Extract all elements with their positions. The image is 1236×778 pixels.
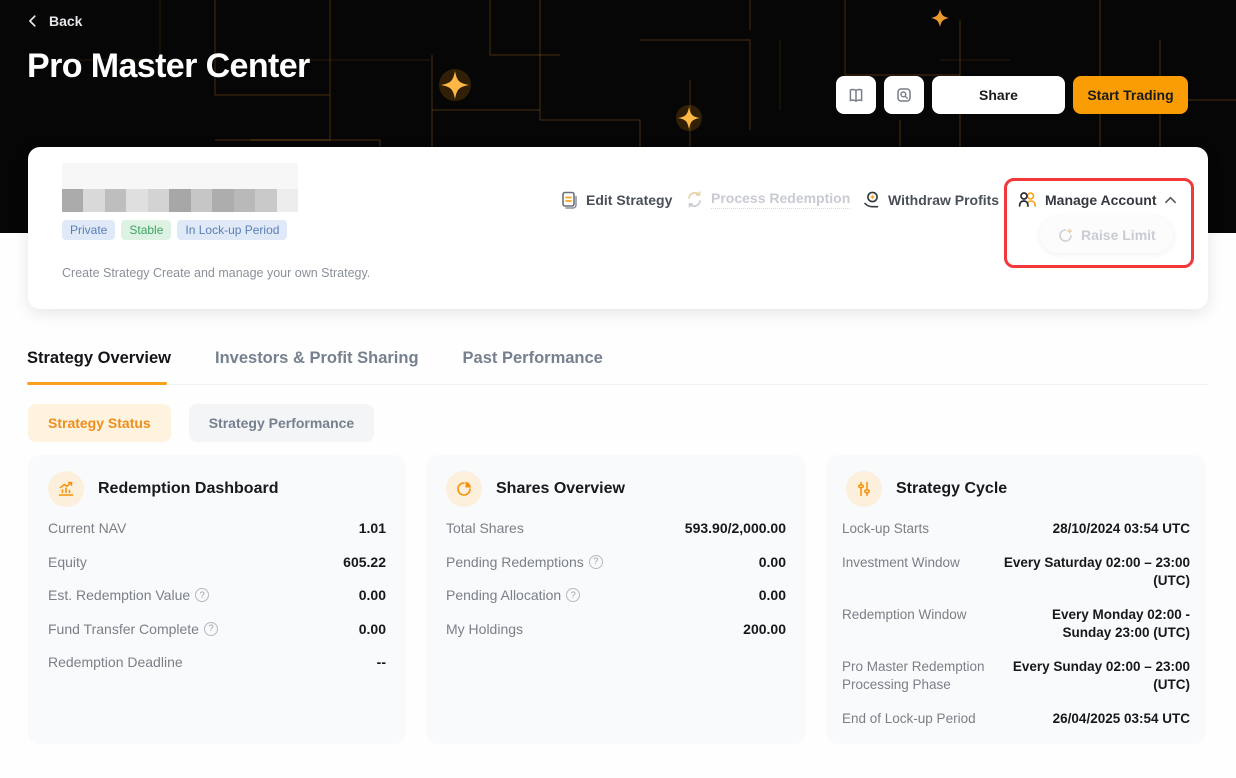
chevron-up-icon [1164,195,1177,205]
row-pro-master-redemption-phase: Pro Master Redemption Processing Phase E… [842,658,1190,694]
subtab-strategy-status[interactable]: Strategy Status [28,404,171,442]
process-redemption-label: Process Redemption [711,190,850,209]
row-equity: Equity 605.22 [48,554,386,570]
sub-tabs: Strategy Status Strategy Performance [28,404,374,442]
withdraw-profits-icon [862,190,881,209]
row-fund-transfer-complete: Fund Transfer Complete? 0.00 [48,621,386,637]
strategy-cycle-card: Strategy Cycle Lock-up Starts 28/10/2024… [826,455,1206,744]
row-pending-allocation: Pending Allocation? 0.00 [446,587,786,603]
info-icon[interactable]: ? [204,622,218,636]
start-trading-button[interactable]: Start Trading [1073,76,1188,114]
strategy-description: Create Strategy Create and manage your o… [62,266,370,280]
strategy-cycle-rows: Lock-up Starts 28/10/2024 03:54 UTC Inve… [842,520,1190,728]
info-icon[interactable]: ? [589,555,603,569]
info-icon[interactable]: ? [566,588,580,602]
subtab-strategy-performance[interactable]: Strategy Performance [189,404,375,442]
tab-past-performance[interactable]: Past Performance [463,349,603,385]
process-redemption-icon [685,190,704,209]
row-total-shares: Total Shares 593.90/2,000.00 [446,520,786,536]
redemption-dashboard-card: Redemption Dashboard Current NAV 1.01 Eq… [28,455,406,744]
withdraw-profits-label: Withdraw Profits [888,192,999,208]
redemption-dashboard-rows: Current NAV 1.01 Equity 605.22 Est. Rede… [48,520,386,670]
edit-strategy-label: Edit Strategy [586,192,672,208]
row-current-nav: Current NAV 1.01 [48,520,386,536]
redemption-dashboard-icon [48,471,84,507]
shares-overview-title: Shares Overview [496,480,625,498]
strategy-badges: Private Stable In Lock-up Period [62,220,287,240]
badge-private: Private [62,220,115,240]
shares-overview-rows: Total Shares 593.90/2,000.00 Pending Red… [446,520,786,637]
back-chevron-icon [26,14,40,28]
shares-overview-header: Shares Overview [446,471,625,507]
badge-lockup: In Lock-up Period [177,220,287,240]
row-redemption-window: Redemption Window Every Monday 02:00 - S… [842,606,1190,642]
row-my-holdings: My Holdings 200.00 [446,621,786,637]
preview-search-button[interactable] [884,76,924,114]
manage-account-icon [1017,190,1038,209]
redacted-strategy-name [62,189,298,212]
book-icon [847,86,865,104]
shares-overview-icon [446,471,482,507]
edit-strategy-button[interactable]: Edit Strategy [560,190,672,209]
page-title: Pro Master Center [27,47,310,86]
main-tabs: Strategy Overview Investors & Profit Sha… [27,349,603,385]
row-lockup-starts: Lock-up Starts 28/10/2024 03:54 UTC [842,520,1190,538]
process-redemption-button[interactable]: Process Redemption [685,190,850,209]
strategy-cycle-header: Strategy Cycle [846,471,1007,507]
manage-account-button[interactable]: Manage Account [1017,190,1177,209]
badge-stable: Stable [121,220,171,240]
tab-strategy-overview[interactable]: Strategy Overview [27,349,171,385]
edit-strategy-icon [560,190,579,209]
tab-investors-profit-sharing[interactable]: Investors & Profit Sharing [215,349,419,385]
strategy-cycle-title: Strategy Cycle [896,480,1007,498]
strategy-cycle-icon [846,471,882,507]
row-redemption-deadline: Redemption Deadline -- [48,654,386,670]
manage-account-label: Manage Account [1045,192,1157,208]
withdraw-profits-button[interactable]: Withdraw Profits [862,190,999,209]
row-pending-redemptions: Pending Redemptions? 0.00 [446,554,786,570]
raise-limit-label: Raise Limit [1081,227,1156,243]
shares-overview-card: Shares Overview Total Shares 593.90/2,00… [426,455,806,744]
raise-limit-icon [1057,227,1074,244]
document-search-icon [895,86,913,104]
redemption-dashboard-header: Redemption Dashboard [48,471,278,507]
back-label: Back [49,13,82,29]
info-icon[interactable]: ? [195,588,209,602]
hero-action-buttons: Share Start Trading [836,76,1188,114]
redemption-dashboard-title: Redemption Dashboard [98,480,278,498]
share-button[interactable]: Share [932,76,1065,114]
row-est-redemption-value: Est. Redemption Value? 0.00 [48,587,386,603]
row-end-of-lockup: End of Lock-up Period 26/04/2025 03:54 U… [842,710,1190,728]
raise-limit-button[interactable]: Raise Limit [1040,217,1173,253]
back-button[interactable]: Back [26,13,82,29]
redacted-strategy-name-top [62,163,298,189]
guide-book-button[interactable] [836,76,876,114]
strategy-summary-card: Private Stable In Lock-up Period Create … [28,147,1208,309]
row-investment-window: Investment Window Every Saturday 02:00 –… [842,554,1190,590]
